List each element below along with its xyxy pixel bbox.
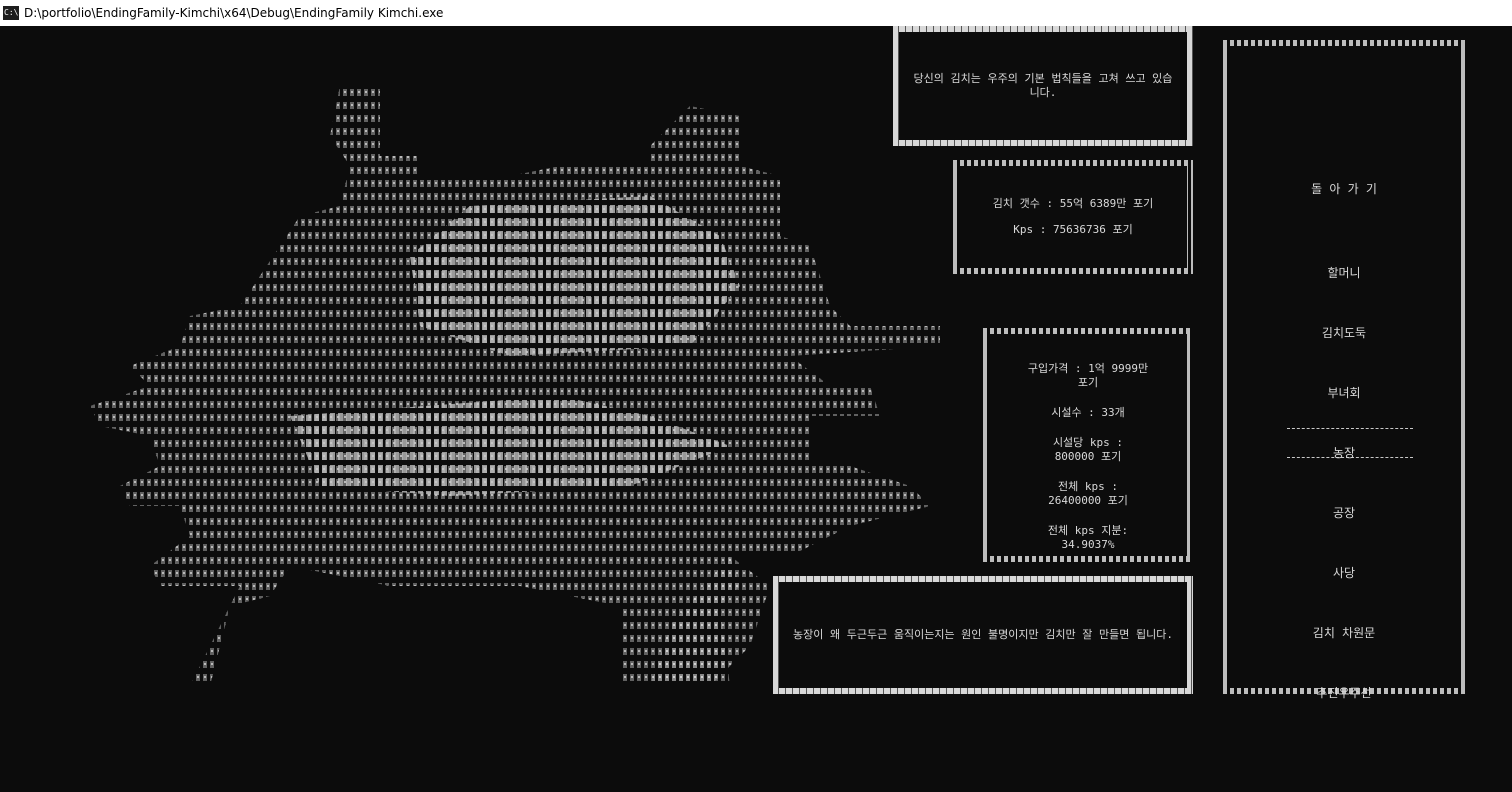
- share-value: 34.9037%: [1061, 538, 1115, 551]
- menu-item-grandma[interactable]: 할머니: [1229, 264, 1459, 281]
- menu-item-back[interactable]: 돌 아 가 기: [1229, 180, 1459, 197]
- facility-kps-per: 시설당 kps : 800000 포기: [1053, 436, 1123, 464]
- stats-box: 김치 갯수 : 55억 6389만 포기 Kps : 75636736 포기: [953, 160, 1193, 274]
- console-icon: C:\: [3, 6, 19, 20]
- facility-info-box: 구입가격 : 1억 9999만 포기 시설수 : 33개 시설당 kps : 8…: [983, 328, 1193, 562]
- kps-per-value: 800000 포기: [1054, 450, 1122, 463]
- window-titlebar[interactable]: C:\ D:\portfolio\EndingFamily-Kimchi\x64…: [0, 0, 1512, 26]
- total-kps-value: 26400000 포기: [1048, 494, 1128, 507]
- menu-item-kimchi-thief[interactable]: 김치도둑: [1229, 324, 1459, 341]
- kps-value: Kps : 75636736 포기: [1013, 223, 1133, 236]
- total-kps-label: 전체 kps :: [1058, 480, 1118, 493]
- message-bottom-box: 농장이 왜 두근두근 움직이는지는 원인 불명이지만 김치만 잘 만들면 됩니다…: [773, 576, 1193, 694]
- window-title: D:\portfolio\EndingFamily-Kimchi\x64\Deb…: [24, 6, 444, 20]
- share-label: 전체 kps 지분:: [1047, 524, 1129, 537]
- menu-panel: 돌 아 가 기 할머니 김치도둑 부녀회 농장 공장 사당 김치 차원문 추진우…: [1223, 40, 1465, 700]
- facility-count: 시설수 : 33개: [1051, 406, 1125, 419]
- menu-item-shrine[interactable]: 사당: [1229, 564, 1459, 581]
- facility-total-kps: 전체 kps : 26400000 포기: [1048, 480, 1128, 508]
- message-top-box: 당신의 김치는 우주의 기본 법칙들을 고쳐 쓰고 있습니다.: [893, 26, 1193, 146]
- menu-item-womens-club[interactable]: 부녀회: [1229, 384, 1459, 401]
- message-top-text: 당신의 김치는 우주의 기본 법칙들을 고쳐 쓰고 있습니다.: [913, 72, 1173, 99]
- message-bottom-text: 농장이 왜 두근두근 움직이는지는 원인 불명이지만 김치만 잘 만들면 됩니다…: [793, 628, 1173, 641]
- menu-item-kimchi-portal[interactable]: 김치 차원문: [1229, 624, 1459, 641]
- menu-item-spaceship[interactable]: 추진우주선: [1229, 684, 1459, 701]
- kimchi-count: 김치 갯수 : 55억 6389만 포기: [992, 197, 1154, 210]
- menu-item-factory[interactable]: 공장: [1229, 504, 1459, 521]
- facility-share: 전체 kps 지분: 34.9037%: [1048, 524, 1128, 552]
- kps-per-label: 시설당 kps :: [1052, 436, 1124, 449]
- menu-item-farm[interactable]: 농장: [1229, 444, 1459, 461]
- facility-price: 구입가격 : 1억 9999만 포기: [1027, 362, 1149, 389]
